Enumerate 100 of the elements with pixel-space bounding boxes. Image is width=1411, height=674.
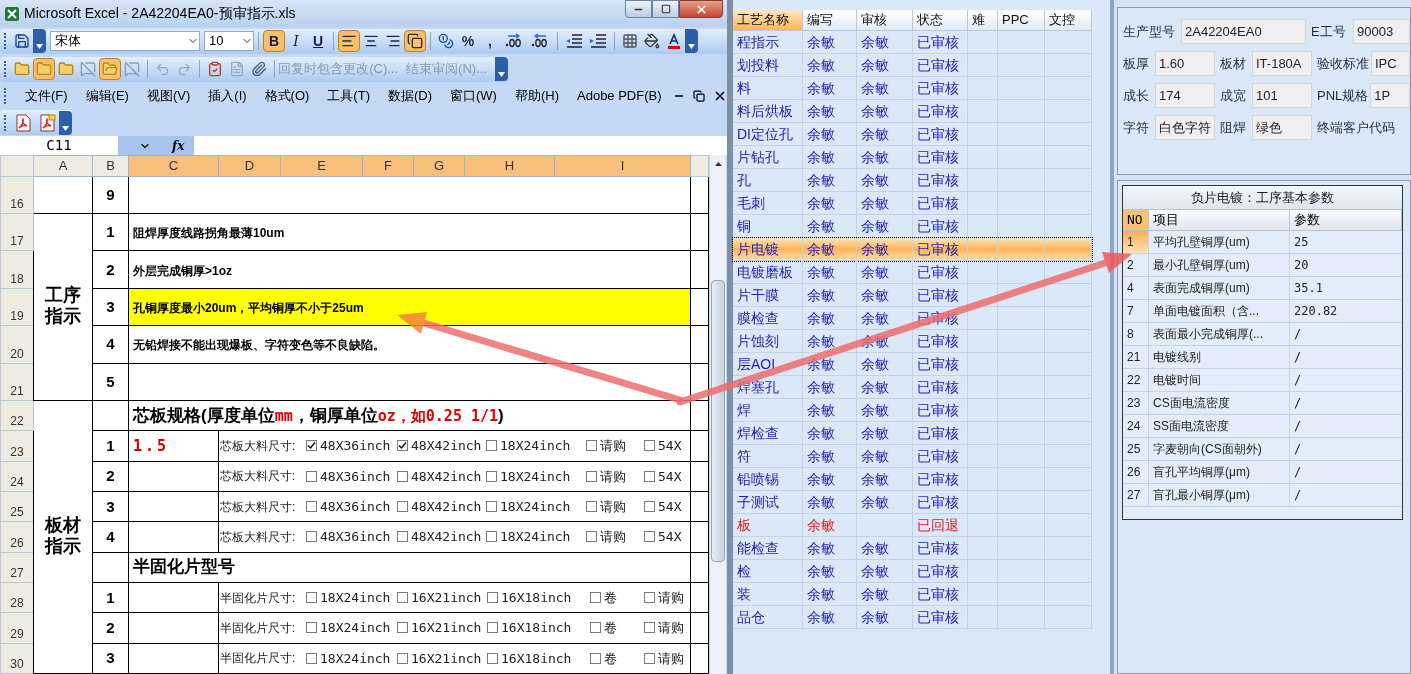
menu-item[interactable]: 编辑(E) bbox=[78, 86, 136, 106]
row-header[interactable]: 18 bbox=[10, 271, 24, 286]
process-row[interactable]: 能检查 余敏 余敏 已审核 bbox=[733, 537, 1092, 560]
list-column-header[interactable]: 文控 bbox=[1045, 10, 1092, 31]
field-value[interactable]: 白色字符 bbox=[1155, 115, 1215, 140]
process-row[interactable]: 孔 余敏 余敏 已审核 bbox=[733, 169, 1092, 192]
italic-button[interactable]: I bbox=[285, 30, 307, 52]
minimize-button[interactable] bbox=[625, 0, 652, 18]
column-header[interactable]: F bbox=[362, 155, 414, 176]
field-value[interactable]: 90003 bbox=[1353, 19, 1410, 44]
checkbox[interactable] bbox=[586, 531, 597, 543]
menu-item[interactable]: 帮助(H) bbox=[507, 86, 566, 106]
table-column-header[interactable]: NO bbox=[1123, 210, 1149, 230]
number-style-button[interactable]: % bbox=[457, 30, 479, 52]
row-header[interactable]: 17 bbox=[10, 234, 24, 249]
row-header[interactable]: 20 bbox=[10, 346, 24, 361]
menu-item[interactable]: 视图(V) bbox=[139, 86, 198, 106]
row-header[interactable]: 29 bbox=[10, 626, 24, 641]
list-column-header[interactable]: 工艺名称 bbox=[733, 10, 803, 31]
checkbox[interactable] bbox=[306, 622, 317, 634]
checkbox[interactable] bbox=[644, 622, 655, 634]
row-number[interactable]: 22 bbox=[1123, 369, 1149, 391]
review-button[interactable] bbox=[98, 58, 121, 80]
checkbox[interactable] bbox=[397, 531, 408, 543]
toolbar-options-button[interactable] bbox=[33, 29, 46, 53]
list-column-header[interactable]: 编写 bbox=[803, 10, 857, 31]
row-header[interactable]: 25 bbox=[10, 505, 24, 520]
row-header[interactable]: 28 bbox=[10, 596, 24, 611]
checkbox[interactable] bbox=[586, 470, 597, 482]
checkbox[interactable] bbox=[397, 592, 408, 604]
row-number[interactable]: 27 bbox=[1123, 484, 1149, 506]
row-number[interactable]: 1 bbox=[1123, 231, 1149, 253]
row-header[interactable]: 23 bbox=[10, 444, 24, 459]
checkbox[interactable] bbox=[397, 652, 408, 664]
checkbox[interactable] bbox=[486, 470, 497, 482]
process-row[interactable]: 铅喷锡 余敏 余敏 已审核 bbox=[733, 468, 1092, 491]
checkbox[interactable] bbox=[397, 501, 408, 513]
underline-button[interactable]: U bbox=[307, 30, 329, 52]
checkbox[interactable] bbox=[486, 531, 497, 543]
checkbox[interactable] bbox=[644, 501, 655, 513]
name-box[interactable]: C11 bbox=[0, 136, 118, 155]
field-value[interactable]: 1.60 bbox=[1155, 51, 1215, 76]
process-row[interactable]: 品仓 余敏 余敏 已审核 bbox=[733, 606, 1092, 629]
menu-item[interactable]: 文件(F) bbox=[18, 86, 75, 106]
checkbox[interactable] bbox=[586, 440, 597, 452]
scroll-up-icon[interactable] bbox=[714, 161, 722, 166]
field-value[interactable]: 绿色 bbox=[1252, 115, 1312, 140]
process-row[interactable]: 料 余敏 余敏 已审核 bbox=[733, 77, 1092, 100]
column-header[interactable]: E bbox=[280, 155, 363, 176]
menu-item[interactable]: 窗口(W) bbox=[443, 86, 504, 106]
row-header[interactable]: 21 bbox=[10, 383, 24, 398]
row-header[interactable]: 19 bbox=[10, 309, 24, 324]
toolbar-options-button[interactable] bbox=[495, 57, 508, 81]
row-header[interactable]: 24 bbox=[10, 474, 24, 489]
field-value[interactable]: 2A42204EA0 bbox=[1181, 19, 1306, 44]
merge-button[interactable] bbox=[404, 30, 426, 52]
column-header[interactable]: B bbox=[92, 155, 129, 176]
menu-item[interactable]: Adobe PDF(B) bbox=[570, 86, 669, 106]
checkbox[interactable] bbox=[586, 501, 597, 513]
checkbox[interactable] bbox=[306, 652, 317, 664]
table-column-header[interactable]: 项目 bbox=[1149, 210, 1290, 230]
list-column-header[interactable]: 状态 bbox=[913, 10, 968, 31]
toolbar-options-button[interactable] bbox=[59, 110, 72, 135]
menu-item[interactable]: 插入(I) bbox=[201, 86, 254, 106]
field-value[interactable]: IT-180A bbox=[1252, 51, 1312, 76]
process-row[interactable]: 符 余敏 余敏 已审核 bbox=[733, 445, 1092, 468]
process-row[interactable]: 程指示 余敏 余敏 已审核 bbox=[733, 31, 1092, 54]
checkbox[interactable] bbox=[487, 652, 498, 664]
checkbox[interactable] bbox=[397, 470, 408, 482]
restore-icon[interactable] bbox=[692, 90, 705, 102]
process-row[interactable]: 毛刺 余敏 余敏 已审核 bbox=[733, 192, 1092, 215]
column-header[interactable]: G bbox=[413, 155, 465, 176]
process-row[interactable]: 划投料 余敏 余敏 已审核 bbox=[733, 54, 1092, 77]
process-row[interactable]: 焊检查 余敏 余敏 已审核 bbox=[733, 422, 1092, 445]
menu-item[interactable]: 工具(T) bbox=[320, 86, 377, 106]
column-header[interactable]: A bbox=[33, 155, 93, 176]
align-left-button[interactable] bbox=[338, 30, 360, 52]
list-column-header[interactable]: PPC bbox=[998, 10, 1045, 31]
process-row[interactable]: 焊 余敏 余敏 已审核 bbox=[733, 399, 1092, 422]
number-style-button[interactable]: , bbox=[479, 30, 501, 52]
column-header[interactable]: C bbox=[128, 155, 219, 176]
row-number[interactable]: 25 bbox=[1123, 438, 1149, 460]
row-number[interactable]: 26 bbox=[1123, 461, 1149, 483]
menu-item[interactable]: 格式(O) bbox=[257, 86, 317, 106]
checkbox[interactable] bbox=[487, 592, 498, 604]
checkbox[interactable] bbox=[397, 440, 408, 452]
field-value[interactable]: 1P bbox=[1370, 83, 1410, 108]
field-value[interactable]: 174 bbox=[1155, 83, 1215, 108]
row-header[interactable]: 26 bbox=[10, 535, 24, 550]
row-number[interactable]: 4 bbox=[1123, 277, 1149, 299]
field-value[interactable]: 101 bbox=[1252, 83, 1312, 108]
checkbox[interactable] bbox=[306, 501, 317, 513]
checkbox[interactable] bbox=[397, 622, 408, 634]
checkbox[interactable] bbox=[306, 440, 317, 452]
font-select[interactable]: 宋体 bbox=[50, 31, 200, 51]
process-row[interactable]: 料后烘板 余敏 余敏 已审核 bbox=[733, 100, 1092, 123]
bold-button[interactable]: B bbox=[263, 30, 285, 52]
process-row[interactable]: 片干膜 余敏 余敏 已审核 bbox=[733, 284, 1092, 307]
column-header[interactable]: H bbox=[464, 155, 555, 176]
row-header[interactable]: 22 bbox=[10, 414, 24, 429]
